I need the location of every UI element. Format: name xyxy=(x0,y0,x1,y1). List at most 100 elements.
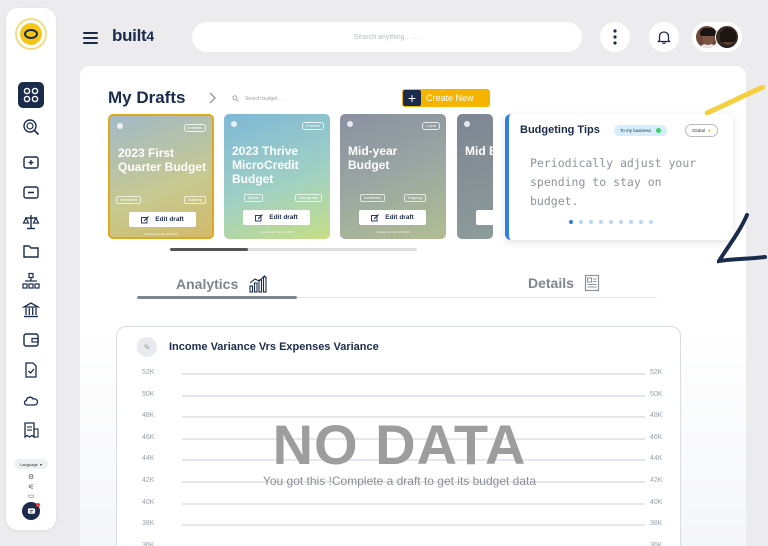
drafts-scrollbar[interactable] xyxy=(170,248,417,251)
pagination-dot[interactable] xyxy=(599,220,603,224)
kebab-menu-icon xyxy=(613,29,617,45)
sidebar: Language ▾ ⚙ ⚟ ▭ xyxy=(6,8,56,530)
lightbulb-icon: ● xyxy=(708,128,711,133)
sidebar-item-bank[interactable] xyxy=(18,299,44,321)
edit-draft-button[interactable]: Edit draft xyxy=(129,212,196,227)
sidebar-item-folder[interactable] xyxy=(18,240,44,262)
budgeting-tips-card: Budgeting Tips To my business Global ● P… xyxy=(505,114,733,240)
coin-search-icon xyxy=(23,119,40,136)
sidebar-item-invoices[interactable] xyxy=(18,419,44,441)
language-select[interactable]: Language ▾ xyxy=(14,459,48,469)
tab-details-label: Details xyxy=(528,275,574,291)
draft-title: Mid Bud xyxy=(465,144,493,158)
edit-draft-button[interactable]: Edit draft xyxy=(359,210,426,225)
pagination-dot[interactable] xyxy=(629,220,633,224)
sidebar-item-cloud[interactable] xyxy=(18,389,44,411)
wallet-add-icon xyxy=(23,156,39,169)
gridline xyxy=(182,502,645,505)
cloud-icon xyxy=(23,396,39,406)
chevron-down-icon: ▾ xyxy=(39,461,42,467)
edit-icon xyxy=(255,213,264,221)
grid-icon xyxy=(23,87,39,103)
draft-card[interactable]: 3 months 2023 Thrive MicroCredit Budget … xyxy=(224,114,330,239)
more-options-button[interactable] xyxy=(600,22,630,52)
sidebar-item-dashboard[interactable] xyxy=(18,82,44,108)
chevron-right-icon[interactable] xyxy=(208,92,218,104)
notification-dot xyxy=(36,503,40,507)
sidebar-item-coin-search[interactable] xyxy=(18,116,44,138)
draft-title: Mid-year Budget xyxy=(348,144,398,172)
chart-icon: ✎ xyxy=(137,337,157,357)
gridline xyxy=(182,524,645,527)
scale-icon xyxy=(22,215,40,230)
draft-card[interactable]: 6 months 2023 First Quarter Budget Inves… xyxy=(108,114,214,239)
main-panel: My Drafts Search budget . . . + Create N… xyxy=(80,66,746,546)
sidebar-item-add-expense[interactable] xyxy=(18,181,44,203)
pagination-dot[interactable] xyxy=(579,220,583,224)
draft-tag: Investment xyxy=(116,196,142,204)
draft-card[interactable]: 1 year Mid-year Budget Investment Outgoi… xyxy=(340,114,446,239)
bell-icon xyxy=(656,31,672,44)
created-date: Created on: Nov 15 2023 xyxy=(260,230,294,234)
sidebar-item-wallet[interactable] xyxy=(18,329,44,351)
duration-badge: 3 months xyxy=(301,122,324,130)
pagination-dot[interactable] xyxy=(569,220,573,224)
tip-text: Periodically adjust your spending to sta… xyxy=(530,156,697,208)
edit-draft-button[interactable] xyxy=(476,210,493,225)
y2-axis-tick-label: 50K xyxy=(650,390,663,398)
user-avatars[interactable] xyxy=(692,22,742,52)
sidebar-item-balance[interactable] xyxy=(18,211,44,233)
created-date: Created on: Nov 15 2023 xyxy=(144,232,178,236)
status-dot xyxy=(464,121,470,127)
settings-icon[interactable]: ⚙ xyxy=(26,474,36,482)
pagination-dot[interactable] xyxy=(649,220,653,224)
plus-icon: + xyxy=(403,90,421,106)
message-icon[interactable]: ▭ xyxy=(26,493,36,501)
checklist-icon xyxy=(25,362,37,378)
sidebar-item-add-income[interactable] xyxy=(18,151,44,173)
menu-toggle-icon[interactable] xyxy=(83,32,98,44)
bar-chart-icon xyxy=(249,275,267,293)
pagination-dot[interactable] xyxy=(589,220,593,224)
no-data-message: You got this !Complete a draft to get it… xyxy=(262,474,537,488)
brand-name: built xyxy=(112,26,147,45)
tab-analytics[interactable]: Analytics xyxy=(176,274,268,294)
global-search-input[interactable] xyxy=(192,22,582,52)
y-axis-tick-label: 52K xyxy=(142,369,155,376)
notifications-button[interactable] xyxy=(649,22,679,52)
y-axis-tick-label: 50K xyxy=(142,390,155,398)
sidebar-item-structure[interactable] xyxy=(18,270,44,292)
decorative-stroke xyxy=(705,85,765,115)
no-data-text: NO DATA xyxy=(272,413,527,476)
y2-axis-tick-label: 52K xyxy=(650,369,663,376)
brand-suffix: 4 xyxy=(146,28,154,44)
budget-search-placeholder: Search budget . . . xyxy=(245,95,286,102)
sliders-icon[interactable]: ⚟ xyxy=(26,484,36,492)
sidebar-item-tasks[interactable] xyxy=(18,359,44,381)
search-icon xyxy=(232,95,239,102)
gridline xyxy=(182,373,645,375)
y2-axis-tick-label: 36K xyxy=(650,541,663,546)
tips-pagination xyxy=(569,220,653,224)
tab-details[interactable]: Details xyxy=(528,274,600,292)
app-logo[interactable] xyxy=(17,20,45,48)
global-toggle[interactable]: Global ● xyxy=(685,124,718,137)
invoice-icon xyxy=(24,422,39,439)
scrollbar-thumb[interactable] xyxy=(170,248,248,251)
edit-icon xyxy=(371,213,380,221)
scope-toggle[interactable]: To my business xyxy=(614,125,668,136)
pagination-dot[interactable] xyxy=(639,220,643,224)
active-tab-indicator xyxy=(137,296,297,299)
pagination-dot[interactable] xyxy=(609,220,613,224)
chat-button[interactable] xyxy=(22,502,40,520)
draft-tag: Savings add xyxy=(294,194,322,202)
create-new-button[interactable]: + Create New xyxy=(402,89,490,107)
budget-search[interactable]: Search budget . . . xyxy=(232,95,286,102)
brand-logo[interactable]: built4 xyxy=(112,26,154,46)
edit-draft-button[interactable]: Edit draft xyxy=(243,210,310,225)
draft-card[interactable]: Mid Bud xyxy=(457,114,493,239)
edit-draft-label: Edit draft xyxy=(385,214,414,221)
pagination-dot[interactable] xyxy=(619,220,623,224)
y2-axis-tick-label: 38K xyxy=(650,520,663,528)
document-icon xyxy=(584,274,600,292)
